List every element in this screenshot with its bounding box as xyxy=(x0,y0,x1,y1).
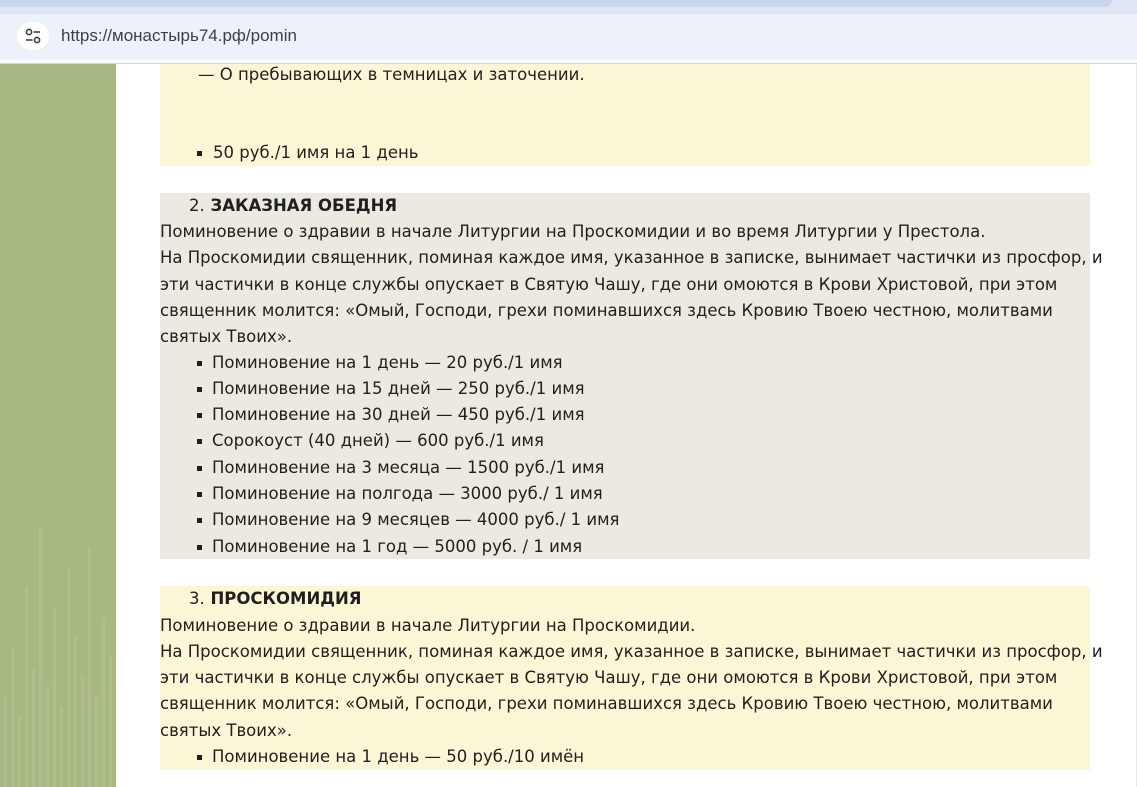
price-item: Сорокоуст (40 дней) — 600 руб./1 имя xyxy=(212,431,544,450)
grass-stroke xyxy=(53,607,56,787)
grass-stroke xyxy=(4,697,7,787)
price-item: 50 руб./1 имя на 1 день xyxy=(213,143,419,162)
bullet-icon xyxy=(197,545,202,550)
grass-stroke xyxy=(25,587,28,787)
grass-stroke xyxy=(67,567,70,787)
price-item: Поминовение на 15 дней — 250 руб./1 имя xyxy=(212,379,585,398)
description-line: эти частички в конце службы опускает в С… xyxy=(160,668,1058,687)
grass-stroke xyxy=(81,677,84,787)
tune-icon xyxy=(25,28,41,44)
grass-stroke xyxy=(11,647,14,787)
decorative-sidebar xyxy=(0,64,116,787)
description-line: святых Твоих». xyxy=(160,327,293,346)
section-block-2: 2. ЗАКАЗНАЯ ОБЕДНЯ Поминовение о здравии… xyxy=(160,193,1103,559)
dash-item: — О пребывающих в темницах и заточении. xyxy=(198,65,585,84)
section-intro: Поминовение о здравии в начале Литургии … xyxy=(160,616,696,635)
bullet-icon xyxy=(197,466,202,471)
price-item: Поминовение на 3 месяца — 1500 руб./1 им… xyxy=(212,458,605,477)
bullet-icon xyxy=(197,413,202,418)
grass-stroke xyxy=(102,617,105,787)
section-block-1: — О пребывающих в темницах и заточении. … xyxy=(160,64,1090,166)
description-line: эти частички в конце службы опускает в С… xyxy=(160,275,1058,294)
price-item: Поминовение на 30 дней — 450 руб./1 имя xyxy=(212,405,585,424)
price-item: Поминовение на 1 день — 20 руб./1 имя xyxy=(212,353,563,372)
description-line: На Проскомидии священник, поминая каждое… xyxy=(160,642,1103,661)
section-number: 2. ЗАКАЗНАЯ ОБЕДНЯ xyxy=(189,196,398,215)
grass-stroke xyxy=(95,697,98,787)
bullet-icon xyxy=(197,387,202,392)
price-item: Поминовение на 9 месяцев — 4000 руб./ 1 … xyxy=(212,510,620,529)
grass-stroke xyxy=(18,717,21,787)
tab-strip xyxy=(0,0,1137,14)
price-item: Поминовение на полгода — 3000 руб./ 1 им… xyxy=(212,484,603,503)
section-title: ПРОСКОМИДИЯ xyxy=(210,589,362,608)
description-line: На Проскомидии священник, поминая каждое… xyxy=(160,248,1103,267)
description-line: святых Твоих». xyxy=(160,721,293,740)
grass-stroke xyxy=(46,687,49,787)
grass-stroke xyxy=(39,527,42,787)
grass-stroke xyxy=(88,547,91,787)
bullet-icon xyxy=(197,439,202,444)
bullet-icon xyxy=(197,492,202,497)
bullet-icon xyxy=(197,518,202,523)
bullet-icon xyxy=(197,755,202,760)
section-title: ЗАКАЗНАЯ ОБЕДНЯ xyxy=(210,196,398,215)
grass-stroke xyxy=(60,707,63,787)
section-number: 3. ПРОСКОМИДИЯ xyxy=(189,589,362,608)
grass-stroke xyxy=(74,637,77,787)
grass-stroke xyxy=(109,657,112,787)
page-content: — О пребывающих в темницах и заточении. … xyxy=(116,64,1137,787)
address-bar[interactable]: https://монастырь74.рф/pomin xyxy=(0,14,1137,60)
description-line: священник молится: «Омый, Господи, грехи… xyxy=(160,301,1053,320)
bullet-icon xyxy=(197,151,202,156)
grass-stroke xyxy=(32,667,35,787)
price-item: Поминовение на 1 год — 5000 руб. / 1 имя xyxy=(212,537,583,556)
section-block-3: 3. ПРОСКОМИДИЯ Поминовение о здравии в н… xyxy=(160,586,1103,770)
section-intro: Поминовение о здравии в начале Литургии … xyxy=(160,222,986,241)
bullet-icon xyxy=(197,361,202,366)
price-item: Поминовение на 1 день — 50 руб./10 имён xyxy=(212,747,585,766)
site-info-button[interactable] xyxy=(17,22,49,50)
description-line: священник молится: «Омый, Господи, грехи… xyxy=(160,694,1053,713)
url-text[interactable]: https://монастырь74.рф/pomin xyxy=(61,26,297,46)
